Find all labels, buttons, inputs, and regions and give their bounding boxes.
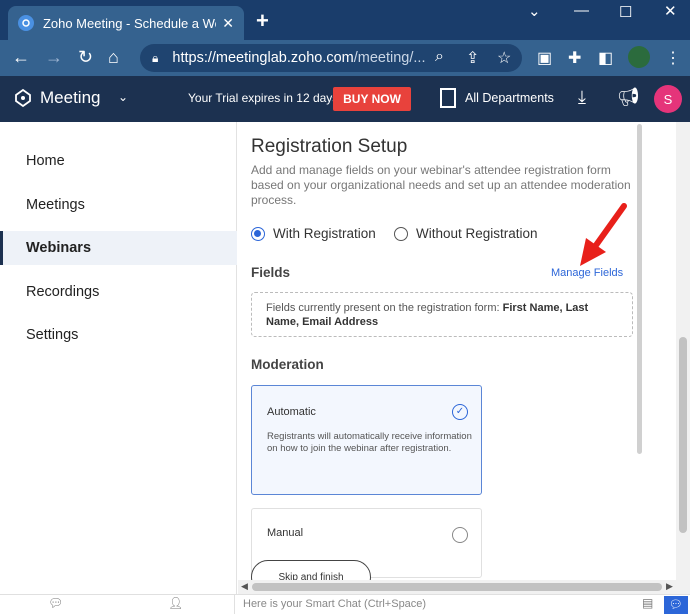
bottom-bar: 💬︎ 👤︎ Here is your Smart Chat (Ctrl+Spac… [0, 594, 690, 614]
back-arrow-icon[interactable]: ← [12, 47, 30, 68]
announcement-icon[interactable]: 📢︎ [617, 87, 640, 108]
browser-toolbar: ← → ↻ ⌂ 🔒︎ https://meetinglab.zoho.com/m… [0, 40, 690, 76]
url-text: https://meetinglab.zoho.com/meeting/... [172, 50, 425, 66]
download-icon[interactable]: ⤓ [578, 87, 586, 108]
skip-and-finish-button[interactable]: Skip and finish [251, 560, 371, 580]
moderation-heading: Moderation [251, 357, 324, 372]
with-registration-label: With Registration [273, 226, 376, 241]
content-scrollbar[interactable] [637, 124, 642, 454]
sidebar-item-settings[interactable]: Settings [0, 318, 237, 352]
avatar[interactable]: S [654, 85, 682, 113]
with-registration-option[interactable]: With Registration [251, 226, 376, 241]
fields-summary-text: Fields currently present on the registra… [266, 302, 500, 314]
horizontal-scroll-thumb[interactable] [252, 583, 662, 591]
browser-tab-bar: Zoho Meeting - Schedule a Webi ✕ + ⌄ — ☐… [0, 0, 690, 40]
more-menu-icon[interactable]: ⋮ [665, 48, 681, 68]
reload-icon[interactable]: ↻ [78, 47, 93, 68]
share-icon[interactable]: ⇪ [466, 48, 479, 68]
trial-notice: Your Trial expires in 12 days [188, 91, 339, 105]
check-circle-icon: ✓ [452, 404, 468, 420]
manual-title: Manual [267, 527, 304, 539]
fields-heading: Fields [251, 265, 291, 280]
automatic-description: Registrants will automatically receive i… [267, 431, 472, 454]
page-title: Registration Setup [251, 136, 408, 157]
new-tab-button[interactable]: + [256, 8, 269, 34]
app-switcher-chevron-icon[interactable]: ⌄ [118, 90, 128, 104]
extension-square-icon[interactable]: ▣ [537, 48, 552, 68]
sidebar: Home Meetings Webinars Recordings Settin… [0, 122, 237, 594]
fields-summary-box: Fields currently present on the registra… [251, 292, 633, 337]
app-header: Meeting ⌄ Your Trial expires in 12 days … [0, 76, 690, 122]
contacts-icon[interactable]: 👤︎ [168, 596, 183, 610]
url-path: /meeting/... [353, 50, 426, 66]
app-name: Meeting [40, 88, 101, 107]
puzzle-icon[interactable]: ✚ [568, 48, 581, 68]
search-icon[interactable]: ⌕ [435, 48, 444, 66]
maximize-icon[interactable]: ☐ [619, 3, 632, 21]
notes-icon[interactable]: ▤ [642, 596, 653, 610]
url-host: https://meetinglab.zoho.com [172, 50, 354, 66]
sidebar-item-meetings[interactable]: Meetings [0, 188, 237, 222]
forward-arrow-icon[interactable]: → [45, 47, 63, 68]
star-icon[interactable]: ☆ [497, 48, 511, 68]
buy-now-button[interactable]: BUY NOW [333, 87, 411, 111]
main-content: Registration Setup Add and manage fields… [238, 122, 690, 580]
automatic-moderation-card[interactable]: Automatic ✓ Registrants will automatical… [251, 385, 482, 495]
browser-tab[interactable]: Zoho Meeting - Schedule a Webi ✕ [8, 6, 244, 40]
without-registration-label: Without Registration [416, 226, 538, 241]
sidebar-item-recordings[interactable]: Recordings [0, 275, 237, 309]
vertical-scrollbar[interactable] [676, 122, 690, 594]
scroll-right-icon[interactable]: ▶ [666, 581, 673, 592]
close-tab-icon[interactable]: ✕ [222, 15, 234, 32]
horizontal-scrollbar[interactable]: ◀ ▶ [238, 580, 676, 594]
address-bar[interactable]: 🔒︎ https://meetinglab.zoho.com/meeting/.… [140, 44, 522, 72]
side-panel-icon[interactable]: ◧ [598, 48, 613, 68]
red-arrow-icon [580, 203, 627, 266]
radio-unselected[interactable] [394, 226, 408, 241]
sidebar-item-webinars[interactable]: Webinars [0, 231, 237, 265]
vertical-scroll-thumb[interactable] [679, 337, 687, 533]
tab-title: Zoho Meeting - Schedule a Webi [42, 15, 217, 31]
manage-fields-link[interactable]: Manage Fields [551, 267, 623, 279]
chat-button-icon[interactable]: 💬︎ [664, 596, 688, 614]
smart-chat-input[interactable]: Here is your Smart Chat (Ctrl+Space) [234, 595, 634, 614]
sidebar-item-home[interactable]: Home [0, 144, 237, 178]
department-selector[interactable]: All Departments [465, 91, 554, 105]
minimize-icon[interactable]: — [574, 2, 589, 19]
zoho-favicon-icon [18, 15, 34, 31]
page-description: Add and manage fields on your webinar's … [251, 163, 631, 207]
chats-icon[interactable]: 💬︎ [48, 596, 63, 610]
automatic-title: Automatic [267, 406, 316, 418]
profile-icon[interactable] [628, 46, 650, 68]
meeting-logo[interactable]: Meeting [12, 88, 100, 108]
radio-selected[interactable] [251, 226, 265, 241]
empty-circle-icon [452, 527, 468, 543]
chevron-down-icon[interactable]: ⌄ [528, 2, 541, 20]
lock-icon: 🔒︎ [152, 50, 159, 65]
scroll-left-icon[interactable]: ◀ [241, 581, 248, 592]
close-window-icon[interactable]: ✕ [664, 2, 677, 20]
meeting-logo-icon [15, 88, 31, 108]
without-registration-option[interactable]: Without Registration [394, 226, 538, 241]
home-icon[interactable]: ⌂ [108, 47, 119, 68]
building-icon [440, 88, 456, 108]
